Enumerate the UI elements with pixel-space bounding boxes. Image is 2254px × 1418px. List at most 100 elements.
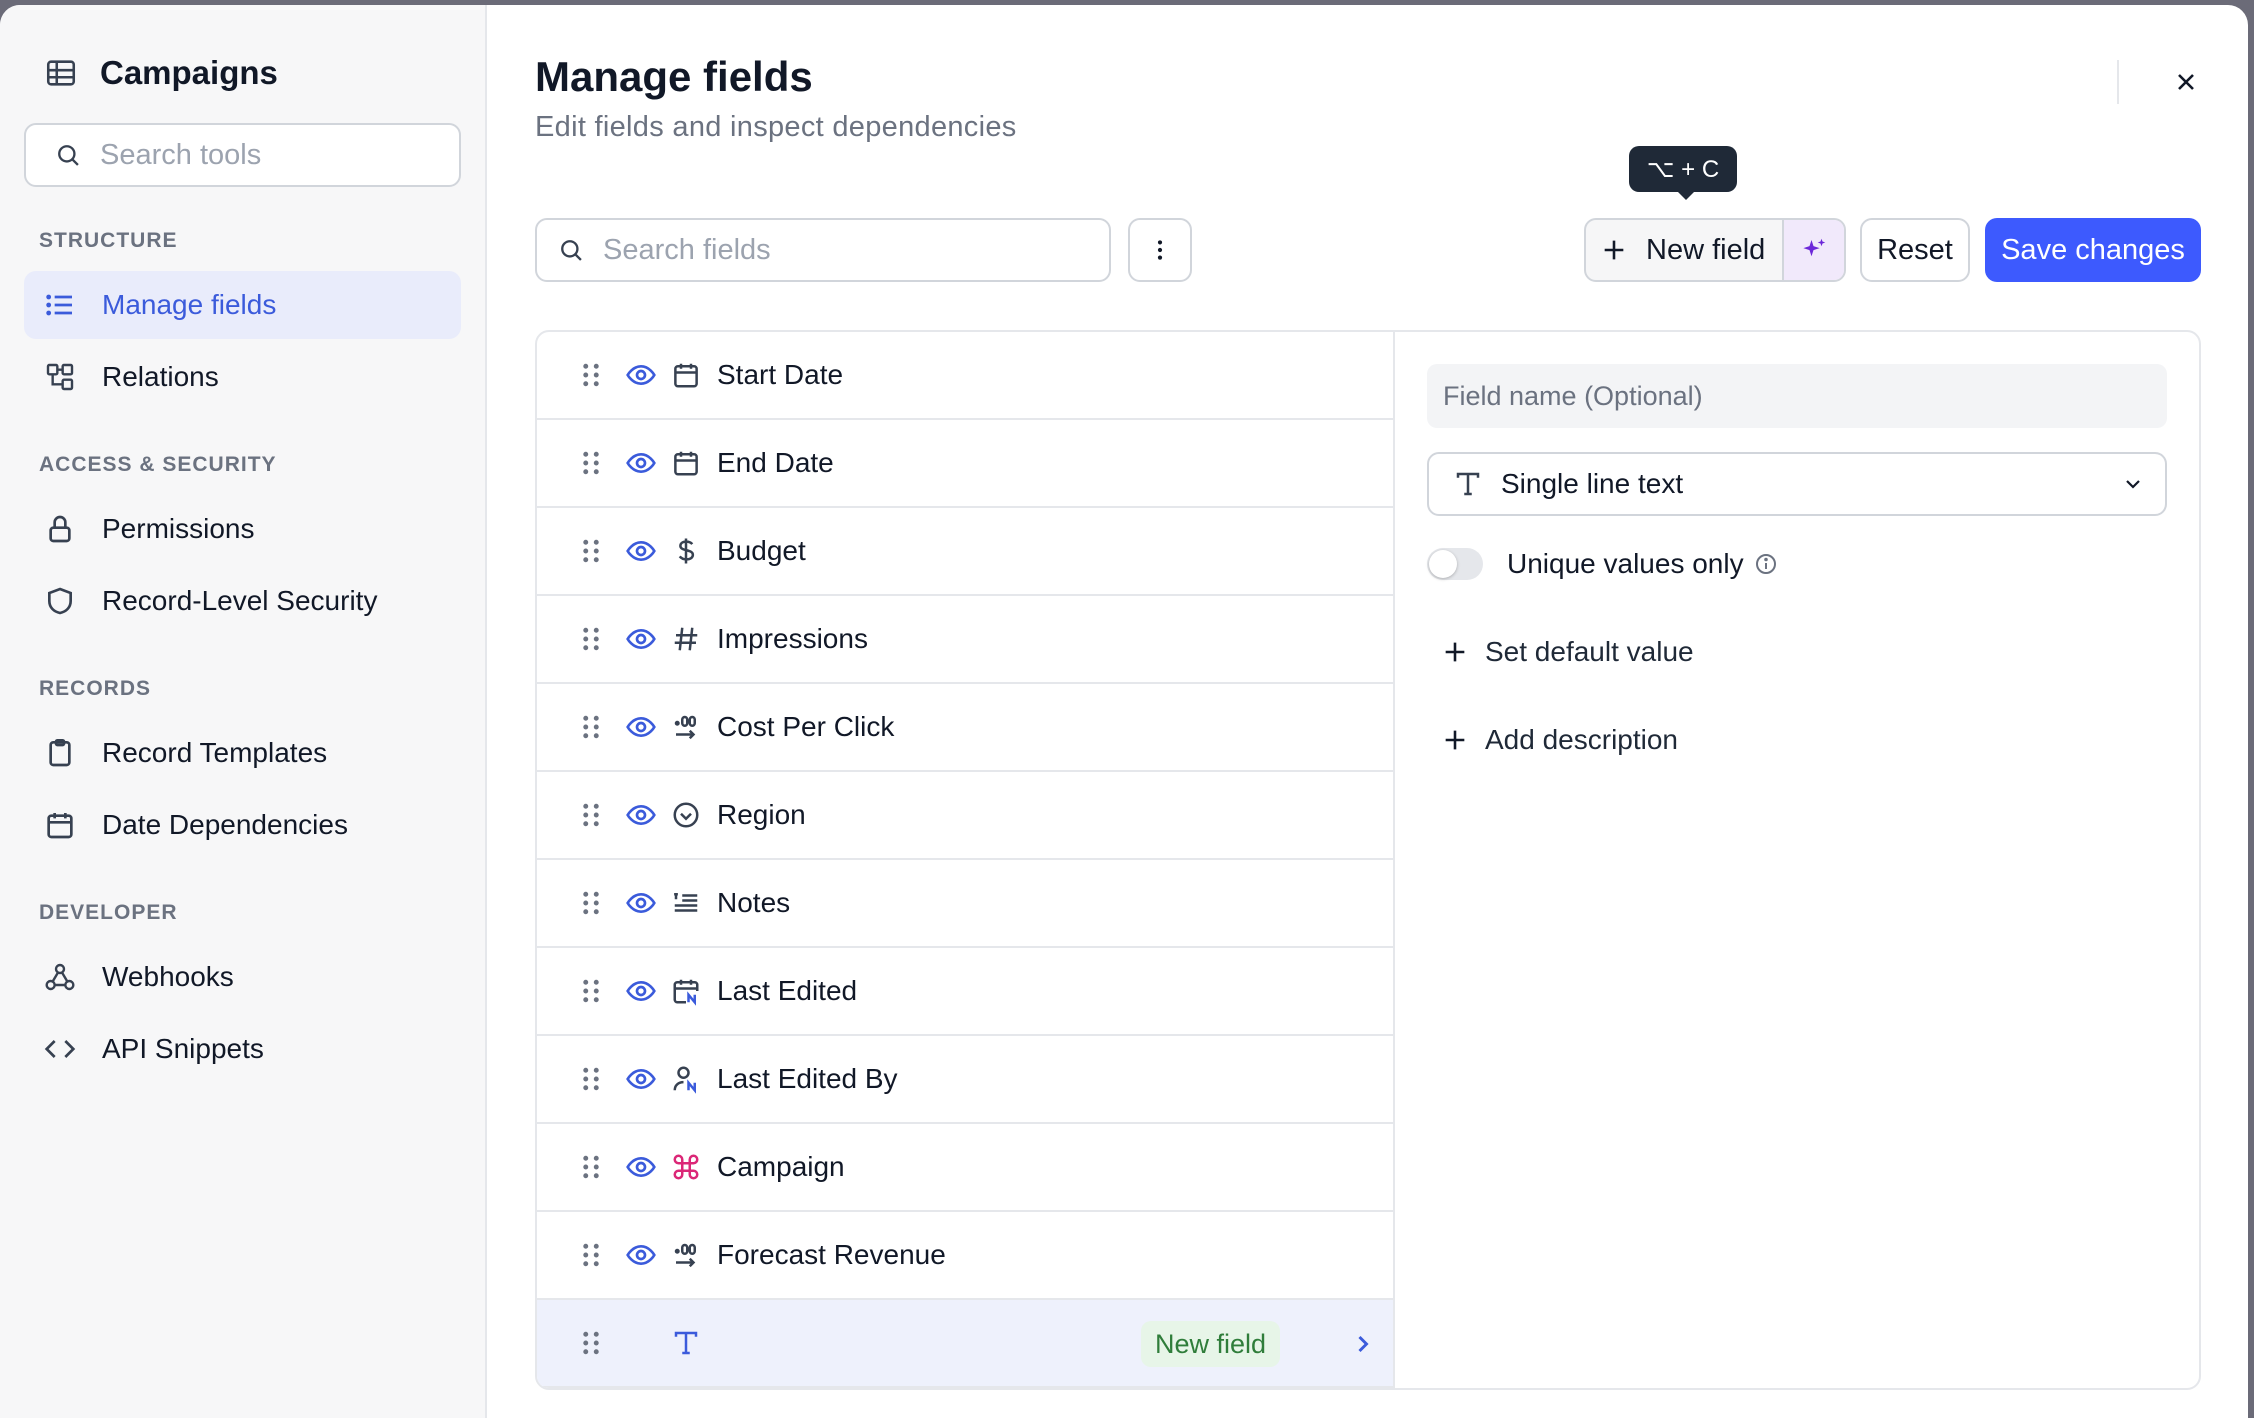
eye-icon[interactable] — [625, 1239, 657, 1271]
page-subtitle: Edit fields and inspect dependencies — [535, 111, 1017, 143]
field-name: Last Edited — [717, 975, 858, 1006]
field-row-last-edited[interactable]: Last Edited — [537, 948, 1393, 1036]
shield-icon — [48, 587, 72, 615]
field-row-cost-per-click[interactable]: Cost Per Click — [537, 684, 1393, 772]
primary-key-icon — [673, 1154, 699, 1180]
drag-handle-icon[interactable] — [579, 889, 603, 917]
eye-icon[interactable] — [625, 887, 657, 919]
close-icon — [2178, 74, 2194, 90]
unique-values-toggle[interactable] — [1427, 548, 1483, 580]
drag-handle-icon[interactable] — [579, 801, 603, 829]
drag-handle-icon[interactable] — [579, 713, 603, 741]
field-row-notes[interactable]: Notes — [537, 860, 1393, 948]
close-button[interactable] — [2164, 60, 2208, 104]
field-name: Forecast Revenue — [717, 1239, 946, 1270]
save-changes-button[interactable]: Save changes — [1985, 218, 2201, 282]
eye-icon[interactable] — [625, 623, 657, 655]
sidebar-item-permissions[interactable]: Permissions — [24, 495, 461, 563]
set-default-value-button[interactable]: Set default value — [1427, 628, 2167, 676]
field-row-region[interactable]: Region — [537, 772, 1393, 860]
field-search-input[interactable] — [603, 233, 1083, 267]
eye-icon[interactable] — [625, 1063, 657, 1095]
add-description-label: Add description — [1485, 724, 1679, 755]
tool-search-input[interactable] — [100, 138, 430, 172]
field-row-start-date[interactable]: Start Date — [537, 332, 1393, 420]
info-icon[interactable] — [1754, 552, 1778, 576]
plus-icon — [1445, 730, 1465, 750]
field-name-input[interactable] — [1427, 364, 2167, 428]
sidebar-item-record-templates[interactable]: Record Templates — [24, 719, 461, 787]
field-editor: Single line text Unique values only Set … — [1395, 332, 2199, 1388]
field-row-campaign[interactable]: Campaign — [537, 1124, 1393, 1212]
field-search[interactable] — [535, 218, 1111, 282]
field-name: Budget — [717, 535, 806, 566]
sidebar-item-record-level-security[interactable]: Record-Level Security — [24, 567, 461, 635]
new-field-button[interactable]: New field — [1586, 220, 1782, 280]
drag-handle-icon[interactable] — [579, 625, 603, 653]
divider — [2117, 60, 2119, 104]
sidebar-item-label: Record-Level Security — [102, 585, 378, 616]
sidebar-item-label: Permissions — [102, 513, 255, 544]
field-row-impressions[interactable]: Impressions — [537, 596, 1393, 684]
field-type-select[interactable]: Single line text — [1427, 452, 2167, 516]
calendar-icon — [674, 363, 698, 388]
drag-handle-icon[interactable] — [579, 977, 603, 1005]
sidebar-item-label: Date Dependencies — [102, 809, 348, 840]
drag-handle-icon[interactable] — [579, 1153, 603, 1181]
code-icon — [44, 1040, 76, 1058]
new-field-split-button: New field — [1584, 218, 1846, 282]
section-access-security: ACCESS & SECURITY — [39, 453, 277, 476]
decimal-icon — [674, 1243, 696, 1268]
sidebar-item-relations[interactable]: Relations — [24, 343, 461, 411]
unique-values-row: Unique values only — [1427, 540, 2167, 588]
eye-icon[interactable] — [625, 447, 657, 479]
calendar-icon — [47, 813, 73, 839]
sidebar-title: Campaigns — [100, 54, 278, 91]
more-vertical-icon — [1157, 240, 1163, 260]
sidebar-item-label: Manage fields — [102, 289, 277, 320]
reset-button[interactable]: Reset — [1860, 218, 1970, 282]
drag-handle-icon[interactable] — [579, 449, 603, 477]
ai-new-field-button[interactable] — [1782, 220, 1844, 280]
sidebar-item-webhooks[interactable]: Webhooks — [24, 943, 461, 1011]
field-name: Campaign — [717, 1151, 845, 1182]
sidebar-item-manage-fields[interactable]: Manage fields — [24, 271, 461, 339]
field-row-budget[interactable]: Budget — [537, 508, 1393, 596]
eye-icon[interactable] — [625, 975, 657, 1007]
eye-icon[interactable] — [625, 1151, 657, 1183]
fields-panel: Start Date End Date Budget Impressions C… — [535, 330, 2201, 1390]
sparkle-icon — [1803, 238, 1826, 257]
sidebar-item-date-dependencies[interactable]: Date Dependencies — [24, 791, 461, 859]
table-icon — [46, 60, 76, 86]
field-name: Notes — [717, 887, 791, 918]
add-description-button[interactable]: Add description — [1427, 716, 2167, 764]
tool-search[interactable] — [24, 123, 461, 187]
chevron-right-icon[interactable] — [1349, 1330, 1377, 1358]
drag-handle-icon[interactable] — [579, 1241, 603, 1269]
sidebar-item-api-snippets[interactable]: API Snippets — [24, 1015, 461, 1083]
calendar-edit-icon — [673, 979, 699, 1006]
eye-icon[interactable] — [625, 711, 657, 743]
shortcut-tooltip: ⌥ + C — [1629, 146, 1737, 200]
drag-handle-icon[interactable] — [579, 361, 603, 389]
section-developer: DEVELOPER — [39, 901, 178, 924]
search-icon — [561, 240, 582, 261]
field-row-forecast-revenue[interactable]: Forecast Revenue — [537, 1212, 1393, 1300]
set-default-value-label: Set default value — [1485, 636, 1694, 667]
field-name: Last Edited By — [717, 1063, 898, 1094]
drag-handle-icon[interactable] — [579, 1329, 603, 1357]
sidebar-header: Campaigns — [24, 41, 461, 105]
field-row-end-date[interactable]: End Date — [537, 420, 1393, 508]
text-type-icon — [1456, 472, 1480, 496]
drag-handle-icon[interactable] — [579, 1065, 603, 1093]
field-row-last-edited-by[interactable]: Last Edited By — [537, 1036, 1393, 1124]
eye-icon[interactable] — [625, 535, 657, 567]
field-name: Start Date — [717, 359, 844, 390]
eye-icon[interactable] — [625, 799, 657, 831]
more-options-button[interactable] — [1128, 218, 1192, 282]
section-structure: STRUCTURE — [39, 229, 178, 252]
drag-handle-icon[interactable] — [579, 537, 603, 565]
relations-icon — [46, 363, 74, 391]
field-row-new[interactable]: New field — [537, 1300, 1393, 1388]
eye-icon[interactable] — [625, 359, 657, 391]
